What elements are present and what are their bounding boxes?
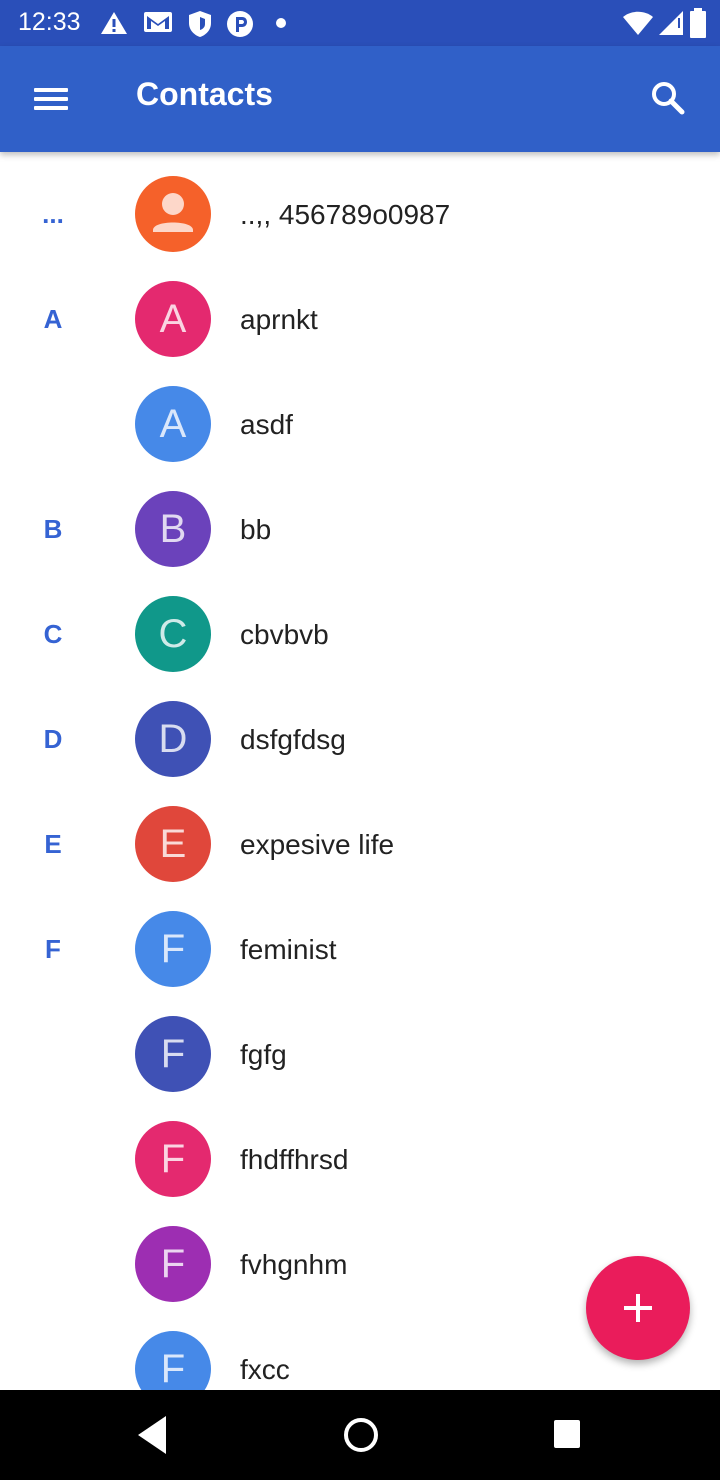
avatar: F <box>135 1121 211 1197</box>
contact-name: feminist <box>240 933 337 965</box>
contact-name: expesive life <box>240 828 395 860</box>
contact-name: aprnkt <box>240 303 318 335</box>
navigation-bar <box>0 1390 720 1480</box>
contact-row[interactable]: C Ccbvbvb <box>0 582 720 687</box>
section-letter <box>38 1002 68 1107</box>
avatar: B <box>135 491 211 567</box>
section-letter <box>38 1107 68 1212</box>
contact-row[interactable]: E Eexpesive life <box>0 792 720 897</box>
signal-icon <box>659 11 683 35</box>
search-icon[interactable] <box>640 72 696 124</box>
section-letter: D <box>43 724 63 754</box>
alert-icon <box>101 12 127 34</box>
hamburger-menu-icon[interactable] <box>22 74 82 122</box>
contact-name: bb <box>240 513 272 545</box>
contact-name: fhdffhrsd <box>240 1143 349 1175</box>
section-letter: A <box>43 304 63 334</box>
contact-row[interactable]: A Aaprnkt <box>0 267 720 372</box>
contact-name: fxcc <box>240 1353 290 1385</box>
avatar: F <box>135 911 211 987</box>
section-letter: B <box>43 514 63 544</box>
section-letter: F <box>45 934 61 964</box>
contact-name: dsfgfdsg <box>240 723 346 755</box>
contact-name: cbvbvb <box>240 618 329 650</box>
contact-list: .....,, 456789o0987 A Aaprnkt Aasdf B Bbb C Ccb… <box>0 152 720 1390</box>
status-bar: 12:33 <box>0 0 720 46</box>
screen: 12:33 Contacts ... ..,, 456789o0987 A A … <box>0 0 720 1480</box>
section-letter: ... <box>42 199 64 229</box>
dot-icon <box>276 18 286 28</box>
add-contact-button[interactable] <box>586 1256 690 1360</box>
person-icon <box>153 193 193 232</box>
section-letter: E <box>44 829 62 859</box>
app-bar: Contacts <box>0 46 720 152</box>
avatar: A <box>135 386 211 462</box>
contact-name: fvhgnhm <box>240 1248 348 1280</box>
contact-row[interactable]: D Ddsfgfdsg <box>0 687 720 792</box>
avatar: F <box>135 1331 211 1390</box>
avatar: A <box>135 281 211 357</box>
contact-row[interactable]: F Ffeminist <box>0 897 720 1002</box>
home-icon[interactable] <box>336 1410 386 1460</box>
section-letter <box>38 372 68 477</box>
contact-name: asdf <box>240 408 293 440</box>
section-letter <box>38 1317 68 1390</box>
avatar: D <box>135 701 211 777</box>
gmail-icon <box>144 12 172 32</box>
contact-name: fgfg <box>240 1038 287 1070</box>
recents-icon[interactable] <box>546 1410 590 1460</box>
contact-row[interactable]: Ffgfg <box>0 1002 720 1107</box>
contact-row[interactable]: Aasdf <box>0 372 720 477</box>
avatar: F <box>135 1226 211 1302</box>
avatar <box>135 176 211 252</box>
battery-icon <box>690 8 706 38</box>
wifi-icon <box>623 11 653 35</box>
section-letter: C <box>43 619 63 649</box>
avatar: C <box>135 596 211 672</box>
contact-row[interactable]: B Bbb <box>0 477 720 582</box>
contact-row[interactable]: Ffhdffhrsd <box>0 1107 720 1212</box>
page-title: Contacts <box>136 76 273 112</box>
avatar: F <box>135 1016 211 1092</box>
contact-name: ..,, 456789o0987 <box>240 198 451 230</box>
contact-row[interactable]: ... ..,, 456789o0987 <box>0 162 720 267</box>
shield-icon <box>189 11 211 37</box>
back-icon[interactable] <box>130 1410 178 1460</box>
avatar: E <box>135 806 211 882</box>
p-icon <box>227 11 253 37</box>
status-time: 12:33 <box>18 8 81 36</box>
section-letter <box>38 1212 68 1317</box>
